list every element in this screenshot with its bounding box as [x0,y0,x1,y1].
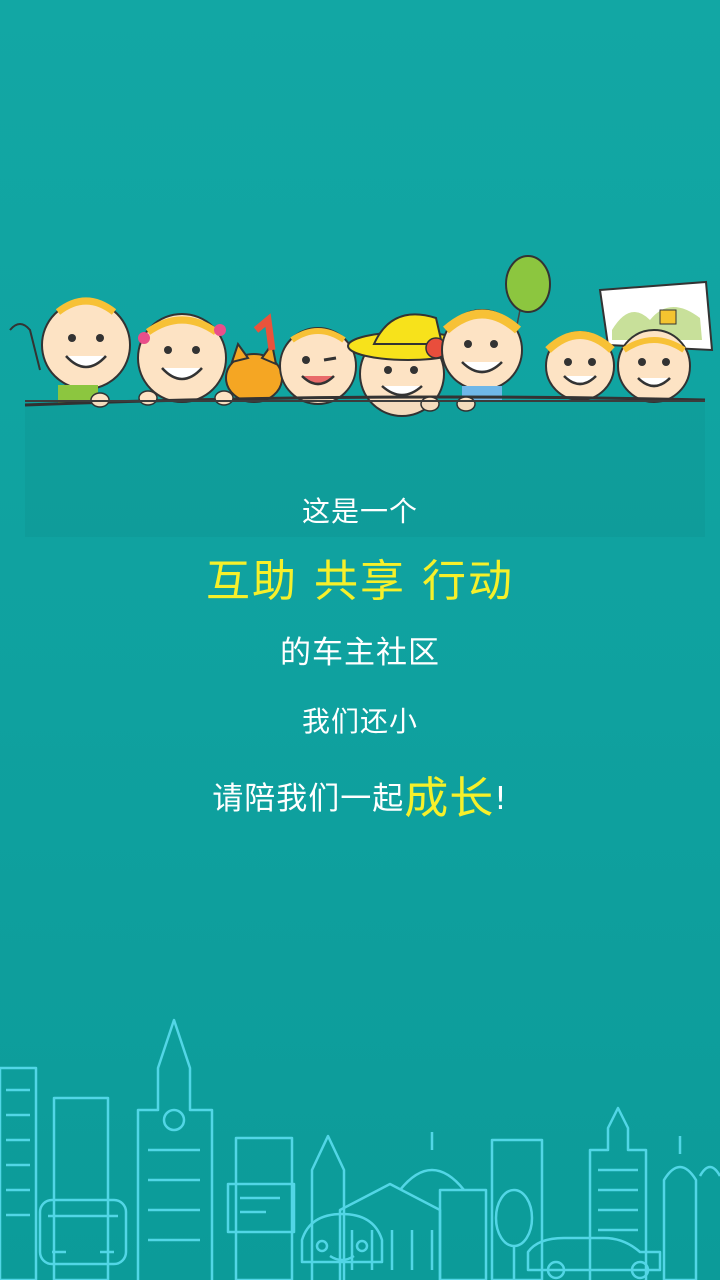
exclamation-text: ! [494,781,508,817]
kid-face-1 [9,297,131,403]
intro-text-line-5: 请陪我们一起成长! [0,762,720,826]
city-skyline-illustration [0,1018,720,1280]
invite-text: 请陪我们一起 [212,781,405,817]
intro-text-line-4: 我们还小 [301,705,418,738]
cat-icon [225,313,283,403]
kid-face-5 [441,309,523,402]
intro-text-line-3: 的车主社区 [280,635,440,671]
splash-screen: 这是一个 互助 共享 行动 的车主社区 我们还小 请陪我们一起成长! [0,0,720,1280]
kid-face-3 [279,327,357,405]
kid-face-7 [617,329,691,403]
intro-text-line-1: 这是一个 [301,495,418,528]
grow-emphasis-text: 成长 [404,773,495,824]
slogan-text: 互助 共享 行动 [206,556,514,607]
kid-face-2 [137,313,227,403]
kid-face-6 [545,331,615,401]
